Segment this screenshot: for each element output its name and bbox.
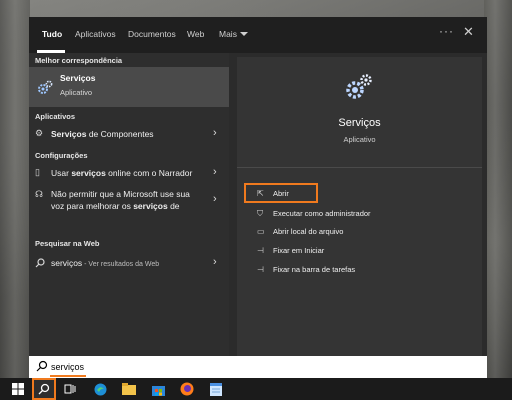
pin-icon: ⊣ bbox=[257, 246, 264, 255]
tab-more-label: Mais bbox=[219, 29, 237, 39]
app-title: Serviços bbox=[338, 117, 381, 129]
chevron-right-icon[interactable]: › bbox=[213, 127, 217, 139]
windows-icon bbox=[12, 383, 24, 395]
file-explorer-icon bbox=[122, 383, 136, 395]
list-item-voice-setting[interactable]: ☊ Não permitir que a Microsoft use sua v… bbox=[29, 187, 229, 215]
search-icon bbox=[36, 360, 48, 372]
file-explorer-button[interactable] bbox=[117, 378, 141, 400]
settings-header: Configurações bbox=[35, 151, 88, 160]
pin-icon: ⊣ bbox=[257, 265, 264, 274]
firefox-icon bbox=[180, 382, 194, 396]
start-button[interactable] bbox=[6, 378, 30, 400]
wallpaper-right bbox=[484, 0, 512, 378]
tab-bar: Tudo Aplicativos Documentos Web Mais ···… bbox=[29, 17, 487, 53]
tab-all[interactable]: Tudo bbox=[42, 29, 62, 39]
search-icon bbox=[38, 383, 50, 395]
wallpaper-left bbox=[0, 0, 30, 378]
web-search-header: Pesquisar na Web bbox=[35, 239, 100, 248]
best-match-title: Serviços bbox=[60, 73, 96, 83]
tab-documents[interactable]: Documentos bbox=[128, 29, 176, 39]
best-match-header: Melhor correspondência bbox=[35, 56, 123, 65]
speech-icon: ☊ bbox=[35, 189, 43, 199]
chevron-down-icon bbox=[239, 32, 248, 36]
divider bbox=[237, 167, 482, 168]
chevron-right-icon[interactable]: › bbox=[213, 193, 217, 205]
tab-apps[interactable]: Aplicativos bbox=[75, 29, 116, 39]
list-item-label-line1: Não permitir que a Microsoft use sua bbox=[51, 189, 190, 199]
taskbar-search-button[interactable] bbox=[32, 378, 56, 400]
run-as-admin-action[interactable]: ⛉ Executar como administrador bbox=[257, 209, 371, 219]
preview-pane: Serviços Aplicativo ⇱ Abrir ⛉ Executar com… bbox=[237, 57, 482, 356]
store-icon bbox=[151, 385, 165, 396]
best-match-subtitle: Aplicativo bbox=[60, 88, 93, 97]
list-item-label: Usar serviços online com o Narrador bbox=[51, 168, 193, 178]
firefox-button[interactable] bbox=[175, 378, 199, 400]
results-list: Melhor correspondência Serviços Aplicati… bbox=[29, 53, 229, 356]
open-action[interactable]: ⇱ Abrir bbox=[257, 189, 289, 198]
list-item-label: Serviços de Componentes bbox=[51, 129, 154, 139]
search-input[interactable] bbox=[51, 360, 351, 374]
gear-icon bbox=[346, 74, 372, 99]
edge-button[interactable] bbox=[88, 378, 112, 400]
list-item-web-search[interactable]: serviços - Ver resultados da Web › bbox=[29, 256, 229, 272]
apps-header: Aplicativos bbox=[35, 112, 76, 121]
component-services-icon: ⚙ bbox=[35, 128, 44, 138]
folder-icon: ▭ bbox=[257, 227, 265, 236]
open-file-location-action[interactable]: ▭ Abrir local do arquivo bbox=[257, 227, 343, 236]
search-highlight bbox=[50, 375, 86, 377]
chevron-right-icon[interactable]: › bbox=[213, 166, 217, 178]
list-item-label-line2: voz para melhorar os serviços de bbox=[51, 201, 180, 211]
list-item-narrator-setting[interactable]: ▯ Usar serviços online com o Narrador › bbox=[29, 166, 229, 182]
list-item-component-services[interactable]: ⚙ Serviços de Componentes › bbox=[29, 127, 229, 143]
more-options-icon[interactable]: ··· bbox=[439, 24, 454, 38]
start-search-panel: Tudo Aplicativos Documentos Web Mais ···… bbox=[29, 17, 487, 378]
app-subtitle: Aplicativo bbox=[343, 135, 376, 144]
pin-to-taskbar-action[interactable]: ⊣ Fixar na barra de tarefas bbox=[257, 265, 355, 274]
task-view-icon bbox=[64, 384, 76, 394]
search-box[interactable] bbox=[29, 356, 487, 378]
shield-icon: ⛉ bbox=[257, 209, 263, 218]
search-icon bbox=[35, 258, 45, 268]
list-item-label: serviços - Ver resultados da Web bbox=[51, 258, 160, 268]
store-button[interactable] bbox=[146, 378, 170, 400]
task-view-button[interactable] bbox=[58, 378, 82, 400]
pin-to-start-action[interactable]: ⊣ Fixar em Iniciar bbox=[257, 246, 324, 255]
tab-more[interactable]: Mais bbox=[219, 29, 248, 39]
notepad-icon bbox=[210, 382, 222, 396]
close-icon[interactable]: ✕ bbox=[463, 24, 474, 40]
taskbar bbox=[0, 378, 512, 400]
edge-icon bbox=[94, 383, 106, 395]
best-match-item[interactable]: Serviços Aplicativo bbox=[29, 67, 229, 107]
tab-web[interactable]: Web bbox=[187, 29, 204, 39]
notepad-button[interactable] bbox=[204, 378, 228, 400]
open-icon: ⇱ bbox=[257, 189, 264, 198]
gear-icon bbox=[38, 80, 53, 94]
chevron-right-icon[interactable]: › bbox=[213, 256, 217, 268]
document-icon: ▯ bbox=[35, 167, 40, 177]
